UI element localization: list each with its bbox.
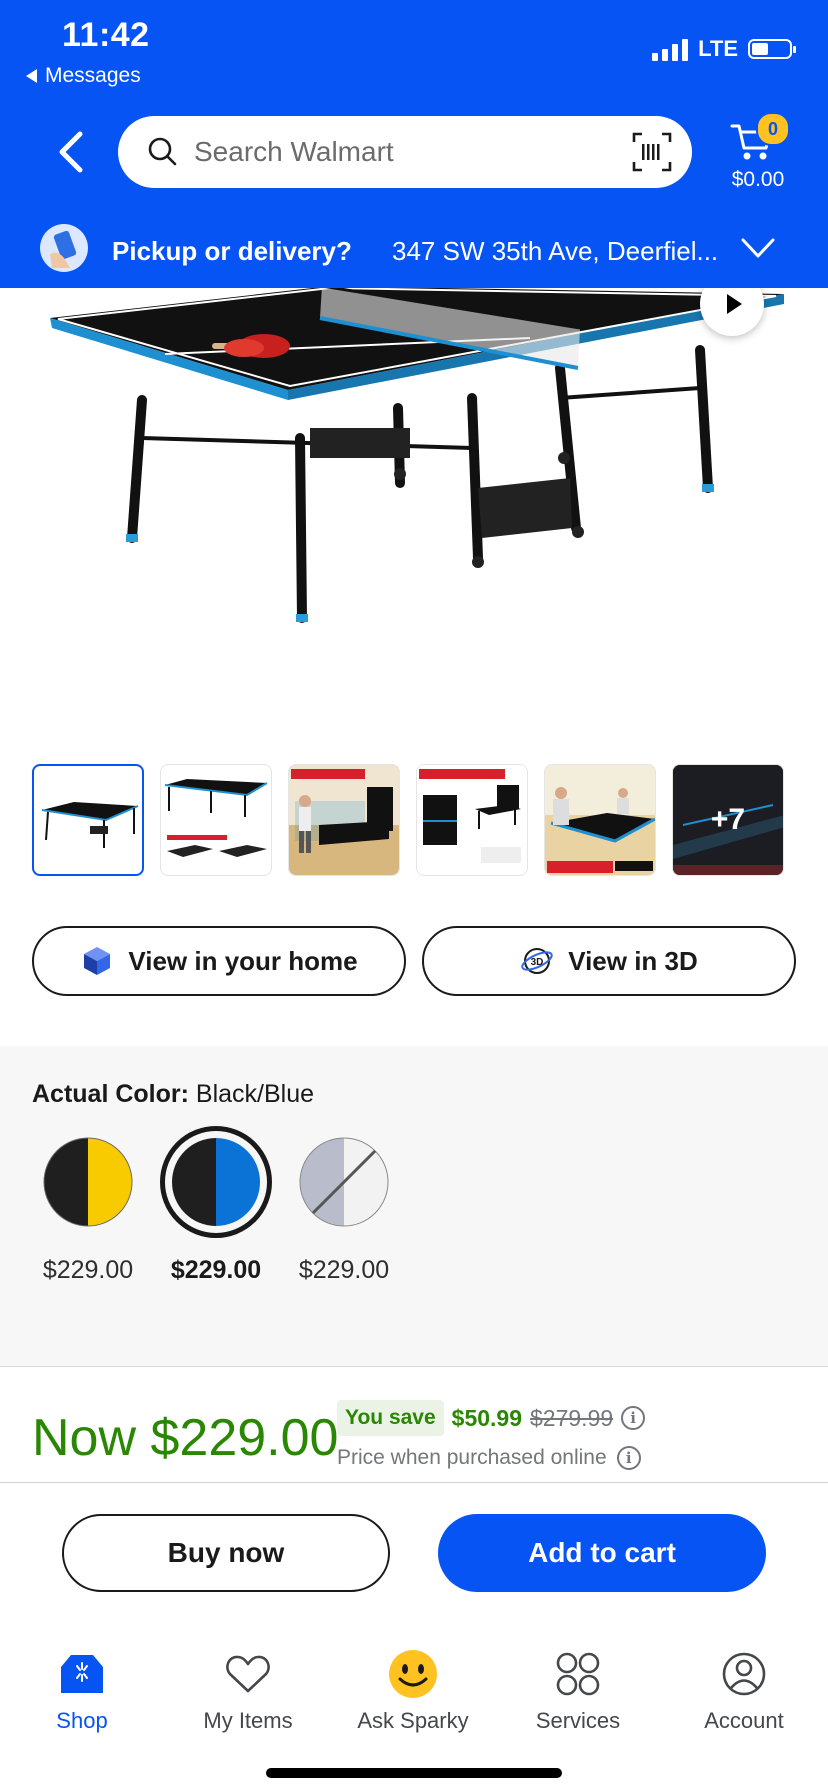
- cart-count-badge: 0: [756, 112, 790, 146]
- color-label: Actual Color: Black/Blue: [32, 1080, 314, 1109]
- search-icon: [148, 137, 177, 166]
- cart-total: $0.00: [731, 168, 785, 191]
- tab-services[interactable]: Services: [508, 1648, 648, 1734]
- barcode-scan-icon[interactable]: [632, 132, 672, 172]
- was-price: $279.99: [530, 1404, 614, 1431]
- ar-cube-icon: [84, 947, 111, 975]
- pickup-address: 347 SW 35th Ave, Deerfiel...: [392, 236, 719, 266]
- you-save-badge: You save: [337, 1400, 444, 1436]
- purchase-actions: Buy now Add to cart: [0, 1482, 828, 1627]
- pickup-question: Pickup or delivery?: [112, 236, 352, 266]
- thumbnail-2[interactable]: [160, 764, 272, 876]
- search-bar[interactable]: Search Walmart: [118, 116, 692, 188]
- info-icon[interactable]: i: [616, 1446, 641, 1470]
- save-amount: $50.99: [451, 1404, 523, 1431]
- view-in-home-label: View in your home: [128, 945, 358, 976]
- swatch-price: $229.00: [298, 1256, 390, 1284]
- swatch-black-yellow[interactable]: $229.00: [32, 1126, 144, 1285]
- sparky-icon: [389, 1650, 437, 1698]
- view-in-3d-button[interactable]: 3D View in 3D: [422, 926, 796, 996]
- tab-my-items-label: My Items: [203, 1708, 293, 1733]
- play-icon: [726, 294, 742, 314]
- tab-shop-label: Shop: [56, 1708, 108, 1733]
- current-price: Now $229.00: [32, 1409, 339, 1467]
- services-icon: [556, 1652, 600, 1696]
- cart-button[interactable]: 0 $0.00: [718, 112, 798, 194]
- black-yellow-swatch-icon: [43, 1137, 133, 1227]
- ping-pong-table-image: [50, 288, 784, 623]
- price-section: Now $229.00 You save $50.99 $279.99 i Pr…: [0, 1366, 828, 1483]
- svg-text:3D: 3D: [531, 957, 544, 968]
- view-in-home-button[interactable]: View in your home: [32, 926, 406, 996]
- swatch-gray-white-unavailable[interactable]: $229.00: [288, 1126, 400, 1285]
- info-icon[interactable]: i: [621, 1406, 646, 1430]
- view-buttons: View in your home 3D View in 3D: [32, 926, 796, 996]
- account-icon: [722, 1652, 766, 1696]
- view-in-3d-label: View in 3D: [568, 945, 698, 976]
- black-blue-swatch-icon: [172, 1138, 260, 1226]
- thumbnail-storage[interactable]: [416, 764, 528, 876]
- signal-icon: [652, 37, 689, 61]
- network-label: LTE: [698, 36, 738, 61]
- buy-now-button[interactable]: Buy now: [62, 1514, 390, 1592]
- swatch-black-blue[interactable]: $229.00: [160, 1126, 272, 1285]
- tab-ask-sparky[interactable]: Ask Sparky: [343, 1648, 483, 1734]
- chevron-down-icon[interactable]: [740, 230, 776, 266]
- thumbnail-playback[interactable]: [288, 764, 400, 876]
- more-images-count: +7: [710, 803, 746, 836]
- tab-shop[interactable]: Shop: [12, 1648, 152, 1734]
- thumbnail-1[interactable]: [32, 764, 144, 876]
- 3d-view-icon: 3D: [521, 948, 553, 974]
- gray-white-swatch-icon: [299, 1137, 389, 1227]
- color-label-value: Black/Blue: [195, 1080, 315, 1108]
- thumbnail-tournament[interactable]: [544, 764, 656, 876]
- pickup-delivery-bar[interactable]: Pickup or delivery? 347 SW 35th Ave, Dee…: [0, 218, 828, 288]
- tab-account-label: Account: [704, 1708, 784, 1733]
- back-app-label: Messages: [45, 64, 141, 87]
- color-label-key: Actual Color:: [32, 1080, 189, 1108]
- add-to-cart-button[interactable]: Add to cart: [438, 1514, 766, 1592]
- gallery-thumbnails: +7: [32, 764, 784, 876]
- battery-icon: [748, 39, 796, 59]
- tab-my-items[interactable]: My Items: [178, 1648, 318, 1734]
- tab-services-label: Services: [535, 1708, 621, 1733]
- search-placeholder: Search Walmart: [194, 136, 394, 167]
- color-selector: Actual Color: Black/Blue $229.00 $229.00: [0, 1046, 828, 1367]
- phone-hand-icon: [40, 224, 88, 272]
- product-hero-image[interactable]: [0, 288, 828, 718]
- home-indicator: [266, 1768, 562, 1778]
- online-price-note: Price when purchased online: [337, 1446, 607, 1469]
- back-triangle-icon: [26, 69, 37, 83]
- heart-icon: [226, 1655, 270, 1693]
- tab-account[interactable]: Account: [674, 1648, 814, 1734]
- status-indicators: LTE: [652, 36, 796, 62]
- back-arrow-icon[interactable]: [52, 128, 92, 176]
- swatch-price-selected: $229.00: [170, 1256, 262, 1284]
- tab-ask-sparky-label: Ask Sparky: [357, 1708, 469, 1733]
- thumbnail-more[interactable]: +7: [672, 764, 784, 876]
- app-header: 11:42 Messages LTE Search Walmart 0 $0.0…: [0, 0, 828, 288]
- shop-icon: [61, 1655, 103, 1693]
- swatch-price: $229.00: [42, 1256, 134, 1284]
- back-to-app-link[interactable]: Messages: [26, 64, 141, 88]
- status-time: 11:42: [62, 16, 150, 54]
